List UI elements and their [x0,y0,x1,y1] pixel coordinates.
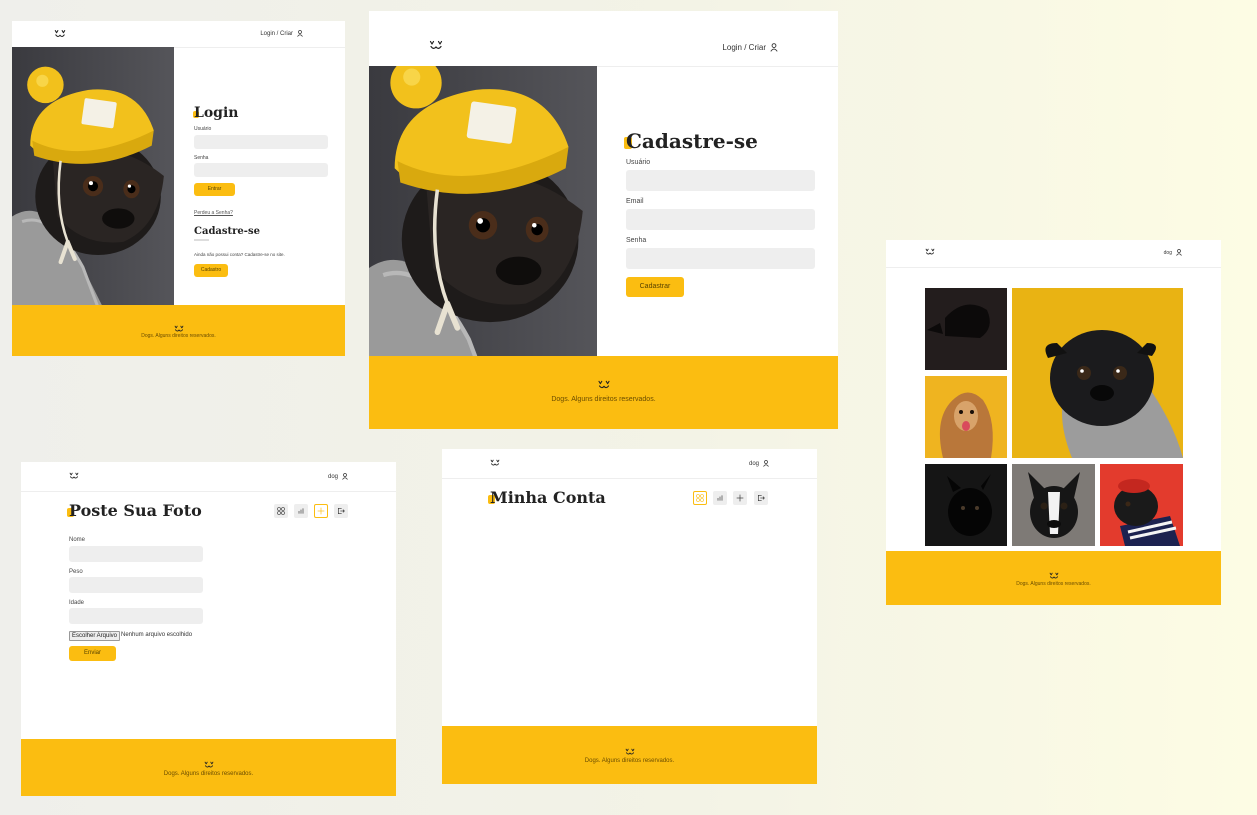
grid-icon [277,507,285,515]
file-choose-button[interactable]: Escolher Arquivo [69,631,121,641]
footer-logo-icon [597,377,610,395]
nome-input[interactable] [69,546,203,562]
header: Login / Criar [12,21,345,48]
register-title: Cadastre-se [194,226,260,237]
nav-logout-button[interactable] [754,491,768,505]
signup-card: Login / Criar Cadastre-se Usuário Email … [369,11,838,429]
plus-icon [736,494,744,502]
idade-input[interactable] [69,608,203,624]
register-button[interactable]: Cadastrar [626,277,684,297]
feed-photo-dog-6[interactable] [1100,464,1183,546]
feed-photo-dog-2[interactable] [925,376,1007,458]
footer-text: Dogs. Alguns direitos reservados. [141,333,216,339]
peso-label: Peso [69,569,83,575]
plus-icon [317,507,325,515]
post-photo-card: dog Poste Sua Foto Nome Peso Idade Escol… [21,462,396,796]
peso-input[interactable] [69,577,203,593]
footer: Dogs. Alguns direitos reservados. [886,551,1221,605]
login-card: Login / Criar Login Usuário Senha Entrar… [12,21,345,356]
nav-stats-button[interactable] [294,504,308,518]
footer: Dogs. Alguns direitos reservados. [369,356,838,429]
account-link-label: dog [748,460,759,467]
page-title: Login [193,105,239,121]
dog-face-icon[interactable] [925,248,935,256]
login-link[interactable]: Login / Criar [260,30,303,37]
usuario-label: Usuário [626,159,651,166]
footer: Dogs. Alguns direitos reservados. [12,305,345,356]
usuario-input[interactable] [194,135,328,149]
submit-button[interactable]: Enviar [69,646,116,661]
account-link[interactable]: dog [749,460,769,467]
feed-photo-dog-4[interactable] [925,464,1007,546]
page-title: Poste Sua Foto [67,501,202,520]
feed-photo-dog-1[interactable] [925,288,1007,370]
email-input[interactable] [626,209,815,230]
nav-post-button[interactable] [733,491,747,505]
dog-face-icon[interactable] [54,29,66,39]
header: dog [21,462,396,492]
user-icon [763,460,769,467]
header: dog [442,449,817,479]
account-link-label: dog [1163,249,1172,256]
dog-face-icon[interactable] [490,459,500,467]
account-link[interactable]: dog [1164,249,1182,256]
feed-photo-dog-3[interactable] [1012,288,1183,458]
email-label: Email [626,198,644,205]
nav-post-button[interactable] [314,504,328,518]
usuario-label: Usuário [194,126,212,132]
nome-label: Nome [69,537,86,543]
page-title: Cadastre-se [624,129,758,153]
logout-icon [337,507,345,515]
user-icon [297,30,303,37]
footer: Dogs. Alguns direitos reservados. [21,739,396,796]
feed-photo-dog-5[interactable] [1012,464,1095,546]
senha-label: Senha [194,155,209,161]
user-icon [342,473,348,480]
senha-label: Senha [626,237,647,244]
register-title-underline [194,239,209,241]
login-link[interactable]: Login / Criar [722,43,778,52]
feed-card: dog Dogs. Alguns direitos reservados. [886,240,1221,605]
user-icon [1176,249,1182,256]
user-icon [770,43,778,52]
register-button[interactable]: Cadastro [194,264,228,277]
senha-input[interactable] [194,163,328,177]
header: dog [886,240,1221,268]
stats-icon [297,507,305,515]
footer: Dogs. Alguns direitos reservados. [442,726,817,784]
usuario-input[interactable] [626,170,815,191]
page-title: Minha Conta [488,488,606,507]
register-text: Ainda não possui conta? Cadastre-se no s… [194,252,285,257]
logout-icon [757,494,765,502]
grid-icon [696,494,704,502]
nav-feed-button[interactable] [274,504,288,518]
nav-logout-button[interactable] [334,504,348,518]
nav-stats-button[interactable] [713,491,727,505]
account-link[interactable]: dog [328,473,348,480]
login-link-label: Login / Criar [722,43,766,52]
header: Login / Criar [369,11,838,67]
hero-photo [369,66,597,356]
stats-icon [716,494,724,502]
senha-input[interactable] [626,248,815,269]
hero-photo [12,47,174,305]
footer-text: Dogs. Alguns direitos reservados. [551,396,656,403]
lost-password-link[interactable]: Perdeu a Senha? [194,210,233,216]
enter-button[interactable]: Entrar [194,183,235,196]
footer-text: Dogs. Alguns direitos reservados. [584,758,675,764]
dog-face-icon[interactable] [69,472,79,480]
dog-face-icon[interactable] [429,40,443,51]
nav-feed-button[interactable] [693,491,707,505]
footer-text: Dogs. Alguns direitos reservados. [1016,581,1091,587]
file-status: Nenhum arquivo escolhido [121,632,193,638]
login-link-label: Login / Criar [260,30,293,37]
idade-label: Idade [69,600,85,606]
footer-text: Dogs. Alguns direitos reservados. [163,771,254,777]
account-link-label: dog [327,473,338,480]
account-card: dog Minha Conta Dogs. Alguns direitos re… [442,449,817,784]
